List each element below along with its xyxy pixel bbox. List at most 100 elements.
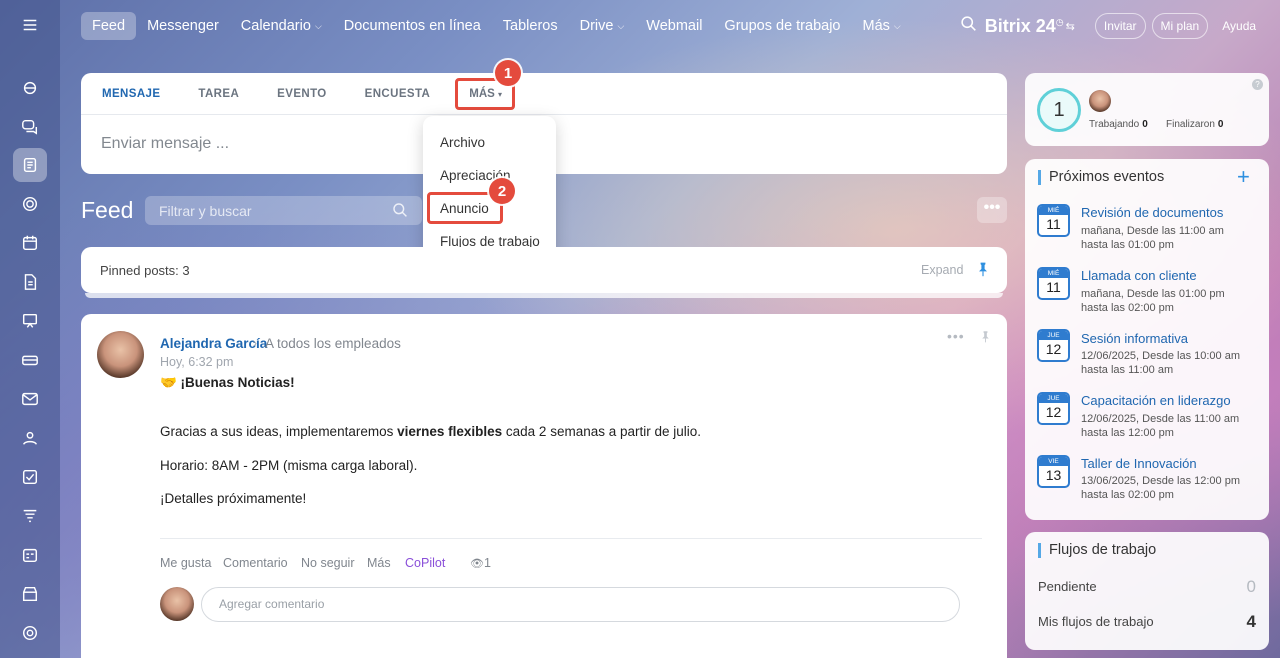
menu-icon[interactable] (13, 8, 47, 42)
nav-tableros[interactable]: Tableros (492, 12, 569, 40)
page-title: Feed (81, 197, 134, 223)
comment-input[interactable]: Agregar comentario (201, 587, 960, 622)
post-more-button[interactable]: Más (367, 556, 391, 570)
post-more-icon[interactable]: ••• (947, 328, 965, 344)
tab-evento[interactable]: EVENTO (277, 88, 326, 100)
pinned-stack-shadow (85, 293, 1003, 298)
settings-sliders-icon[interactable]: ⇆ (1066, 20, 1075, 33)
pending-count: 0 (1246, 577, 1256, 596)
event-title[interactable]: Capacitación en liderazgo (1081, 393, 1231, 408)
working-label: Trabajando (1089, 119, 1140, 130)
my-workflows-label[interactable]: Mis flujos de trabajo (1038, 614, 1154, 629)
task-check-icon[interactable] (13, 460, 47, 494)
help-icon[interactable]: ? (1252, 79, 1263, 90)
nav-feed[interactable]: Feed (81, 12, 137, 40)
expand-link[interactable]: Expand (921, 263, 963, 277)
event-dow: JUE (1039, 394, 1068, 403)
drive-icon[interactable] (13, 343, 47, 377)
schedule-icon[interactable] (13, 538, 47, 572)
finished-label: Finalizaron (1166, 119, 1215, 130)
calendar-icon[interactable] (13, 226, 47, 260)
menu-item-anuncio[interactable]: Anuncio (440, 201, 489, 216)
post-line-1-bold: viernes flexibles (397, 424, 503, 439)
my-plan-button[interactable]: Mi plan (1151, 13, 1209, 39)
event-time-line1: 12/06/2025, Desde las 11:00 am (1081, 413, 1240, 425)
counter-ring[interactable]: 1 (1037, 88, 1081, 132)
step-badge-1: 1 (495, 60, 521, 86)
copilot-button[interactable]: CoPilot (405, 556, 445, 570)
nav-drive[interactable]: Drive ⌵ (569, 12, 636, 40)
pin-icon[interactable] (979, 330, 992, 343)
post-recipients[interactable]: A todos los empleados (265, 336, 401, 351)
event-title[interactable]: Taller de Innovación (1081, 456, 1197, 471)
search-icon[interactable] (960, 15, 977, 37)
nav-documentos[interactable]: Documentos en línea (333, 12, 492, 40)
document-icon[interactable] (13, 265, 47, 299)
pin-icon[interactable] (975, 261, 991, 277)
post-line-2: Horario: 8AM - 2PM (misma carga laboral)… (160, 458, 418, 473)
event-time: mañana, Desde las 11:00 am hasta las 01:0… (1081, 224, 1261, 252)
unfollow-button[interactable]: No seguir (301, 556, 355, 570)
pending-label[interactable]: Pendiente (1038, 579, 1097, 594)
calendar-date-icon: MIÉ 11 (1037, 267, 1070, 300)
timeman-card: 1 Trabajando 0 Finalizaron 0 ? (1025, 73, 1269, 146)
board-icon[interactable] (13, 304, 47, 338)
brand-text: Bitrix 24 (984, 15, 1056, 36)
event-time-line1: 12/06/2025, Desde las 10:00 am (1081, 350, 1241, 362)
circle-icon[interactable] (13, 187, 47, 221)
event-title[interactable]: Llamada con cliente (1081, 268, 1197, 283)
chevron-down-icon: ⌵ (617, 20, 625, 31)
tab-mensaje[interactable]: MENSAJE (102, 88, 160, 100)
add-event-icon[interactable]: + (1237, 164, 1250, 190)
chevron-down-icon: ⌵ (314, 20, 322, 31)
event-time: 12/06/2025, Desde las 10:00 am hasta las … (1081, 349, 1261, 377)
upcoming-events-card: Próximos eventos + MIÉ 11 Revisión de doc… (1025, 159, 1269, 520)
nav-calendario[interactable]: Calendario ⌵ (230, 12, 333, 40)
menu-item-archivo[interactable]: Archivo (440, 135, 485, 150)
shapes-icon[interactable] (13, 71, 47, 105)
store-icon[interactable] (13, 577, 47, 611)
nav-webmail[interactable]: Webmail (635, 12, 713, 40)
nav-grupos[interactable]: Grupos de trabajo (713, 12, 851, 40)
more-options-button[interactable]: ••• (977, 197, 1007, 223)
event-dow: JUE (1039, 331, 1068, 340)
tab-tarea[interactable]: TAREA (198, 88, 239, 100)
avatar[interactable] (97, 331, 144, 378)
calendar-date-icon: MIÉ 11 (1037, 204, 1070, 237)
help-button[interactable]: Ayuda (1214, 14, 1264, 38)
like-button[interactable]: Me gusta (160, 556, 211, 570)
invite-button[interactable]: Invitar (1094, 13, 1146, 39)
filter-icon[interactable] (13, 499, 47, 533)
post-time[interactable]: Hoy, 6:32 pm (160, 355, 233, 369)
avatar[interactable] (1089, 90, 1111, 112)
chevron-right-icon: › (253, 336, 257, 350)
workflows-title: Flujos de trabajo (1038, 543, 1156, 558)
tab-encuesta[interactable]: ENCUESTA (365, 88, 431, 100)
feed-search-input[interactable]: Filtrar y buscar (145, 196, 422, 225)
event-day: 13 (1045, 467, 1062, 483)
calendar-date-icon: JUE 12 (1037, 392, 1070, 425)
post-headline: 🤝 ¡Buenas Noticias! (160, 375, 295, 390)
feed-icon[interactable] (13, 148, 47, 182)
feed-post: Alejandra García › A todos los empleados… (81, 314, 1007, 658)
eye-icon: 👁 (470, 558, 484, 570)
chevron-down-icon: ⌵ (893, 20, 901, 31)
post-line-3: ¡Detalles próximamente! (160, 491, 307, 506)
comment-button[interactable]: Comentario (223, 556, 288, 570)
views-counter[interactable]: 👁1 (470, 556, 491, 570)
settings-icon[interactable] (13, 616, 47, 650)
finished-stat: Finalizaron 0 (1166, 119, 1223, 130)
event-time-line1: 13/06/2025, Desde las 12:00 pm (1081, 475, 1241, 487)
mail-icon[interactable] (13, 382, 47, 416)
event-time-line2: hasta las 12:00 pm (1081, 427, 1174, 439)
events-title: Próximos eventos (1038, 170, 1164, 185)
post-author[interactable]: Alejandra García (160, 336, 267, 351)
group-icon[interactable] (13, 421, 47, 455)
nav-messenger[interactable]: Messenger (136, 12, 230, 40)
event-day: 12 (1045, 341, 1062, 357)
event-day: 11 (1046, 279, 1061, 295)
event-title[interactable]: Revisión de documentos (1081, 205, 1223, 220)
event-title[interactable]: Sesión informativa (1081, 331, 1188, 346)
nav-mas[interactable]: Más ⌵ (852, 12, 912, 40)
chat-icon[interactable] (13, 110, 47, 144)
